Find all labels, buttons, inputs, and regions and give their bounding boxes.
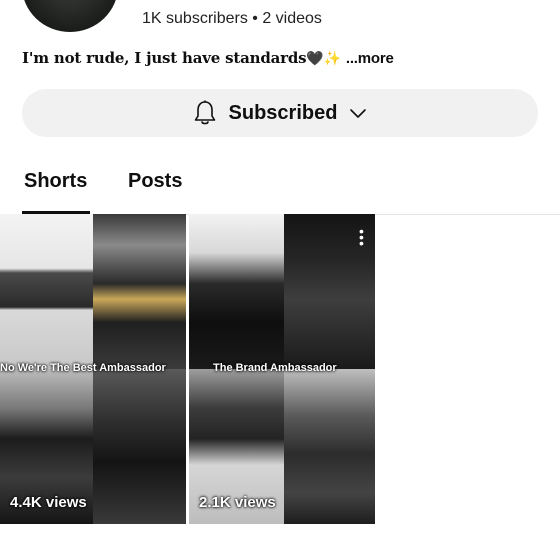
black-heart-emoji: 🖤 xyxy=(306,51,324,67)
short-caption: No We're The Best Ambassador xyxy=(0,362,166,374)
thumbnail-image xyxy=(0,214,93,369)
tab-posts[interactable]: Posts xyxy=(128,170,182,193)
short-views: 4.4K views xyxy=(10,494,87,511)
short-thumbnail[interactable]: No We're The Best Ambassador 4.4K views xyxy=(0,214,186,524)
bio-more-link[interactable]: ...more xyxy=(346,50,394,67)
short-caption: The Brand Ambassador xyxy=(213,362,337,374)
more-options-icon[interactable]: • • • xyxy=(359,224,364,250)
chevron-down-icon xyxy=(349,107,367,119)
channel-stats: 1K subscribers • 2 videos xyxy=(142,10,322,27)
thumbnail-image xyxy=(189,214,284,369)
bio-text: I'm not rude, I just have standards xyxy=(22,49,307,67)
sparkles-emoji: ✨ xyxy=(323,51,341,67)
subscribed-button[interactable]: Subscribed xyxy=(22,89,538,137)
channel-tabs: Shorts Posts xyxy=(0,160,560,215)
channel-avatar[interactable] xyxy=(22,0,118,32)
thumbnail-image xyxy=(284,369,375,524)
thumbnail-image xyxy=(93,214,186,369)
thumbnail-image xyxy=(93,369,186,524)
short-views: 2.1K views xyxy=(199,494,276,511)
channel-bio[interactable]: I'm not rude, I just have standards🖤✨ ..… xyxy=(22,49,394,67)
subscribed-label: Subscribed xyxy=(228,101,338,124)
tab-shorts[interactable]: Shorts xyxy=(24,170,87,193)
bell-icon xyxy=(193,100,217,126)
shorts-grid: No We're The Best Ambassador 4.4K views … xyxy=(0,214,375,524)
short-thumbnail[interactable]: • • • The Brand Ambassador 2.1K views xyxy=(189,214,375,524)
